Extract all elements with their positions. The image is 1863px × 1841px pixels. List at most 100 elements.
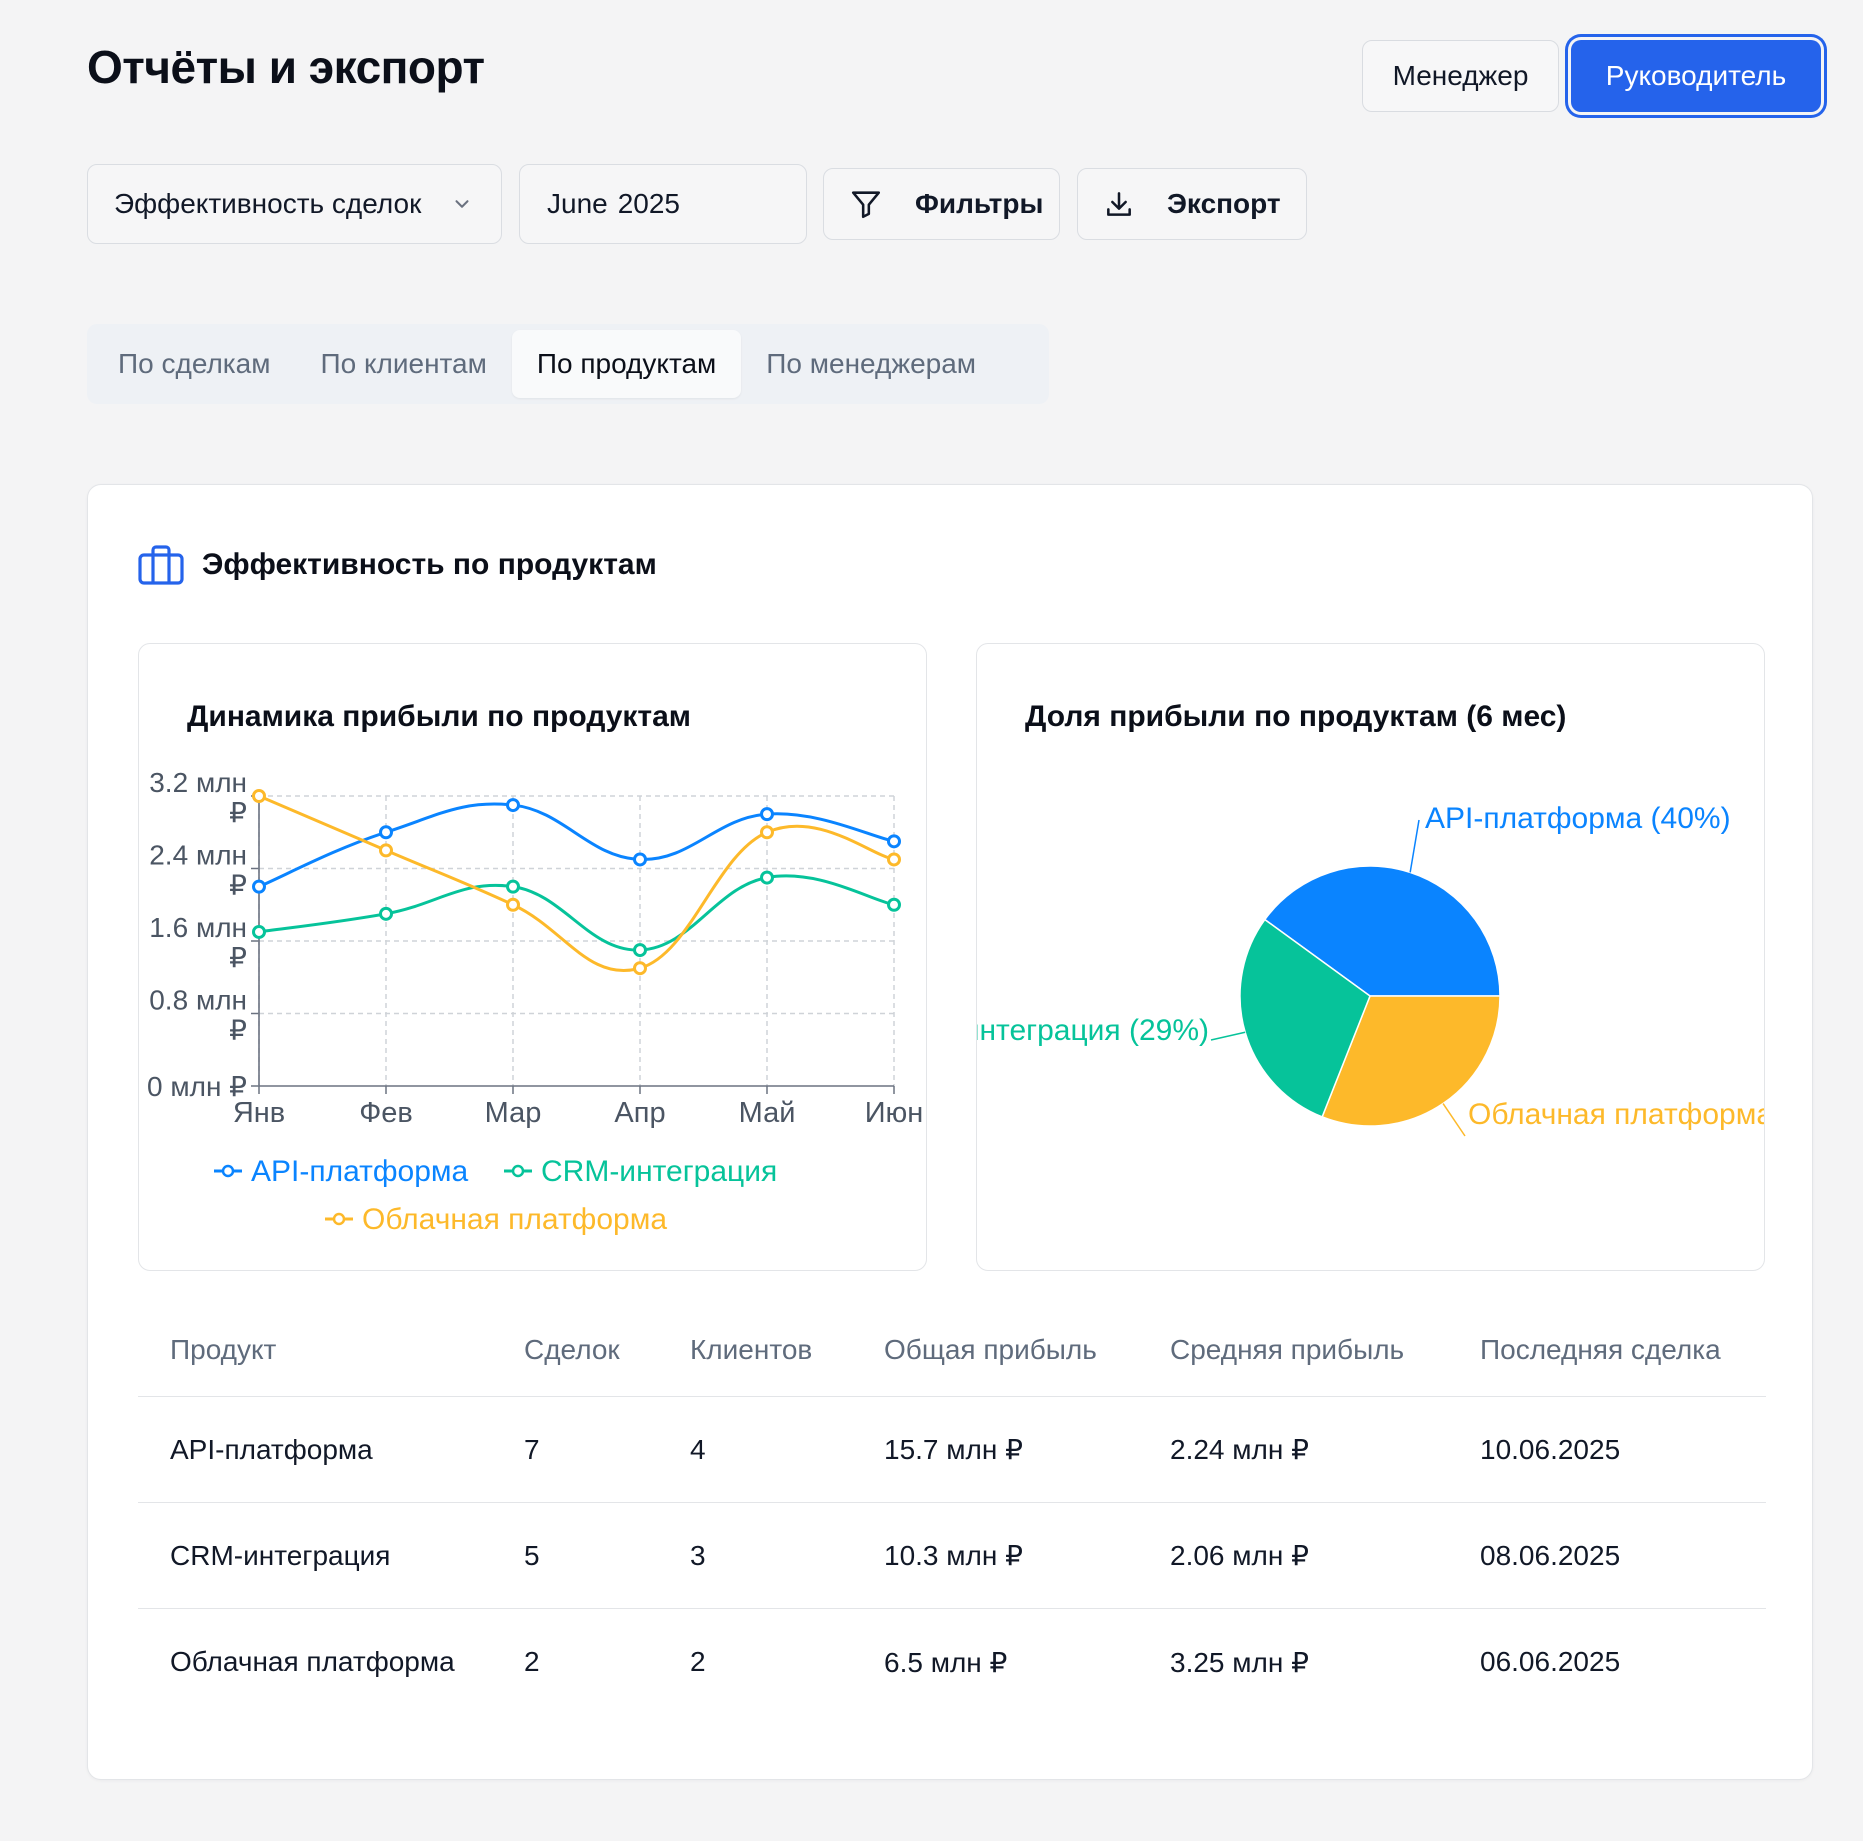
filters-label: Фильтры [915, 188, 1044, 219]
data-point[interactable] [633, 943, 647, 958]
legend-label[interactable]: Облачная платформа [362, 1203, 667, 1236]
data-point[interactable] [252, 879, 266, 894]
data-point[interactable] [760, 807, 774, 822]
chevron-down-icon [455, 200, 469, 208]
page-title: Отчёты и экспорт [87, 41, 485, 93]
cell-total-profit: 15.7 млн ₽ [884, 1434, 1023, 1465]
legend-label[interactable]: API-платформа [251, 1155, 469, 1188]
month-picker[interactable]: June 2025 [519, 164, 807, 244]
data-point[interactable] [252, 789, 266, 803]
cell-last-deal: 10.06.2025 [1480, 1433, 1621, 1465]
month-value: June [547, 188, 608, 219]
data-point[interactable] [252, 924, 266, 939]
filters-button[interactable]: Фильтры [823, 168, 1060, 240]
data-point[interactable] [760, 825, 774, 840]
cell-last-deal: 08.06.2025 [1480, 1539, 1621, 1571]
data-point[interactable] [760, 870, 774, 885]
header-product[interactable]: Продукт [170, 1291, 276, 1396]
data-point[interactable] [379, 906, 393, 921]
header-avg-profit[interactable]: Средняя прибыль [1170, 1291, 1404, 1396]
cell-avg-profit: 2.06 млн ₽ [1170, 1540, 1309, 1571]
cell-total-profit: 10.3 млн ₽ [884, 1540, 1023, 1571]
cell-avg-profit: 3.25 млн ₽ [1170, 1646, 1309, 1678]
x-tick-label: Июн [865, 1097, 924, 1129]
data-point[interactable] [887, 897, 901, 912]
reports-page: Отчёты и экспорт Менеджер Руководитель Э… [0, 0, 1863, 1841]
tab-products[interactable]: По продуктам [511, 330, 742, 398]
header-clients[interactable]: Клиентов [690, 1291, 812, 1396]
export-label: Экспорт [1167, 188, 1281, 219]
header-total-profit[interactable]: Общая прибыль [884, 1291, 1097, 1396]
x-tick-label: Фев [359, 1097, 413, 1129]
year-value: 2025 [617, 188, 681, 219]
cell-clients: 3 [690, 1539, 706, 1571]
export-button[interactable]: Экспорт [1077, 168, 1307, 240]
role-switch: Менеджер Руководитель [1362, 40, 1821, 112]
cell-clients: 2 [690, 1646, 706, 1677]
pie-label-line [1409, 819, 1420, 873]
pie-slice-label: API-платформа (40%) [1425, 802, 1731, 835]
y-tick-label: 2.4 млн ₽ [149, 840, 247, 901]
data-point[interactable] [506, 879, 520, 894]
pie-slice-label: Облачная платформа (31%) [1468, 1098, 1765, 1131]
cell-deals: 2 [524, 1646, 540, 1677]
series-line [258, 874, 895, 952]
legend-label[interactable]: CRM-интеграция [541, 1155, 777, 1188]
cell-total-profit: 6.5 млн ₽ [884, 1646, 1008, 1678]
cell-last-deal: 06.06.2025 [1480, 1646, 1621, 1677]
table-row[interactable]: API-платформа 7 4 15.7 млн ₽ 2.24 млн ₽ … [138, 1397, 1766, 1503]
y-tick-label: 0.8 млн ₽ [149, 985, 247, 1046]
tab-deals[interactable]: По сделкам [93, 330, 295, 398]
data-point[interactable] [887, 834, 901, 849]
x-tick-label: Янв [233, 1097, 285, 1129]
data-point[interactable] [887, 852, 901, 867]
filter-icon [851, 191, 881, 219]
role-manager-button[interactable]: Менеджер [1362, 40, 1559, 112]
x-tick-label: Мар [485, 1097, 542, 1129]
report-tabs: По сделкам По клиентам По продуктам По м… [87, 324, 1049, 404]
cell-avg-profit: 2.24 млн ₽ [1170, 1434, 1309, 1465]
cell-deals: 7 [524, 1433, 540, 1465]
table-row[interactable]: CRM-интеграция 5 3 10.3 млн ₽ 2.06 млн ₽… [138, 1503, 1766, 1609]
pie-label-line [1442, 1103, 1466, 1137]
line-chart-panel: Динамика прибыли по продуктам 0 млн ₽0.8… [138, 643, 927, 1271]
section-title: Эффективность по продуктам [202, 548, 657, 581]
cell-product: CRM-интеграция [170, 1539, 391, 1571]
briefcase-icon [138, 545, 184, 585]
x-tick-label: Май [739, 1097, 796, 1129]
role-director-button[interactable]: Руководитель [1571, 40, 1821, 112]
cell-clients: 4 [690, 1433, 706, 1465]
data-point[interactable] [379, 825, 393, 840]
product-performance-card: Эффективность по продуктам Динамика приб… [87, 484, 1813, 1780]
line-chart: 0 млн ₽0.8 млн ₽1.6 млн ₽2.4 млн ₽3.2 млн ₽Я… [147, 767, 924, 1236]
y-tick-label: 1.6 млн ₽ [149, 912, 247, 973]
data-point[interactable] [506, 798, 520, 813]
pie-label-line [1210, 1031, 1246, 1041]
data-point[interactable] [506, 897, 520, 912]
report-type-select[interactable]: Эффективность сделок [87, 164, 502, 244]
series-line [258, 802, 895, 889]
products-table: Продукт Сделок Клиентов Общая прибыль Ср… [138, 1291, 1766, 1715]
data-point[interactable] [379, 843, 393, 858]
series-line [258, 794, 895, 972]
cell-product: API-платформа [170, 1433, 373, 1465]
x-tick-label: Апр [614, 1097, 665, 1129]
tab-managers[interactable]: По менеджерам [741, 330, 1001, 398]
data-point[interactable] [633, 852, 647, 867]
header-deals[interactable]: Сделок [524, 1291, 620, 1396]
tab-clients[interactable]: По клиентам [295, 330, 511, 398]
table-row[interactable]: Облачная платформа 2 2 6.5 млн ₽ 3.25 мл… [138, 1609, 1766, 1715]
legend-marker-dot [332, 1212, 346, 1226]
pie-slice-label: CRM-интеграция (29%) [977, 1014, 1209, 1047]
table-header-row: Продукт Сделок Клиентов Общая прибыль Ср… [138, 1291, 1766, 1397]
legend-marker-dot [511, 1164, 525, 1178]
card-header: Эффективность по продуктам [138, 545, 657, 585]
cell-product: Облачная платформа [170, 1646, 455, 1677]
report-type-value: Эффективность сделок [114, 188, 422, 219]
pie-chart-panel: Доля прибыли по продуктам (6 мес) API-пл… [976, 643, 1765, 1271]
y-tick-label: 3.2 млн ₽ [149, 767, 247, 828]
header-last-deal[interactable]: Последняя сделка [1480, 1291, 1721, 1396]
data-point[interactable] [633, 961, 647, 976]
pie-chart: API-платформа (40%) Облачная платформа (3… [977, 802, 1765, 1137]
legend-marker-dot [221, 1164, 235, 1178]
